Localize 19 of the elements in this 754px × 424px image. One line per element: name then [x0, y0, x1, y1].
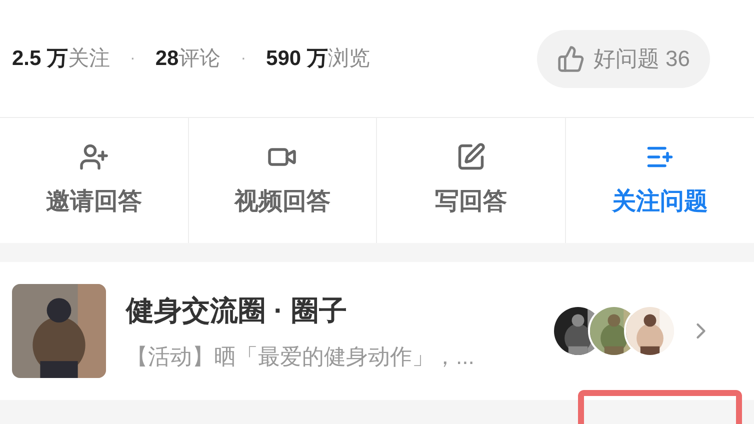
thumbs-up-icon	[557, 44, 586, 72]
action-button[interactable]: 视频回答	[188, 118, 377, 243]
action-button[interactable]: 写回答	[377, 118, 566, 243]
stat-label: 浏览	[328, 46, 370, 72]
circle-subtitle: 【活动】晒「最爱的健身动作」，...	[126, 342, 476, 370]
circle-title: 健身交流圈 · 圈子	[126, 294, 348, 328]
stat-label: 关注	[68, 46, 110, 72]
stat-value: 590 万	[266, 46, 328, 72]
edit-icon	[456, 142, 486, 172]
separator: ·	[240, 48, 246, 68]
stat-value: 28	[155, 46, 179, 72]
good-question-button[interactable]: 好问题 36	[537, 30, 710, 88]
action-button[interactable]: 关注问题	[566, 118, 754, 243]
circle-card[interactable]: 健身交流圈 · 圈子 【活动】晒「最爱的健身动作」，...	[0, 262, 754, 400]
add-person-icon	[78, 142, 109, 172]
stat-value: 2.5 万	[12, 46, 68, 72]
stat-label: 评论	[178, 46, 221, 72]
separator: ·	[130, 48, 136, 68]
action-button[interactable]: 邀请回答	[0, 118, 188, 243]
